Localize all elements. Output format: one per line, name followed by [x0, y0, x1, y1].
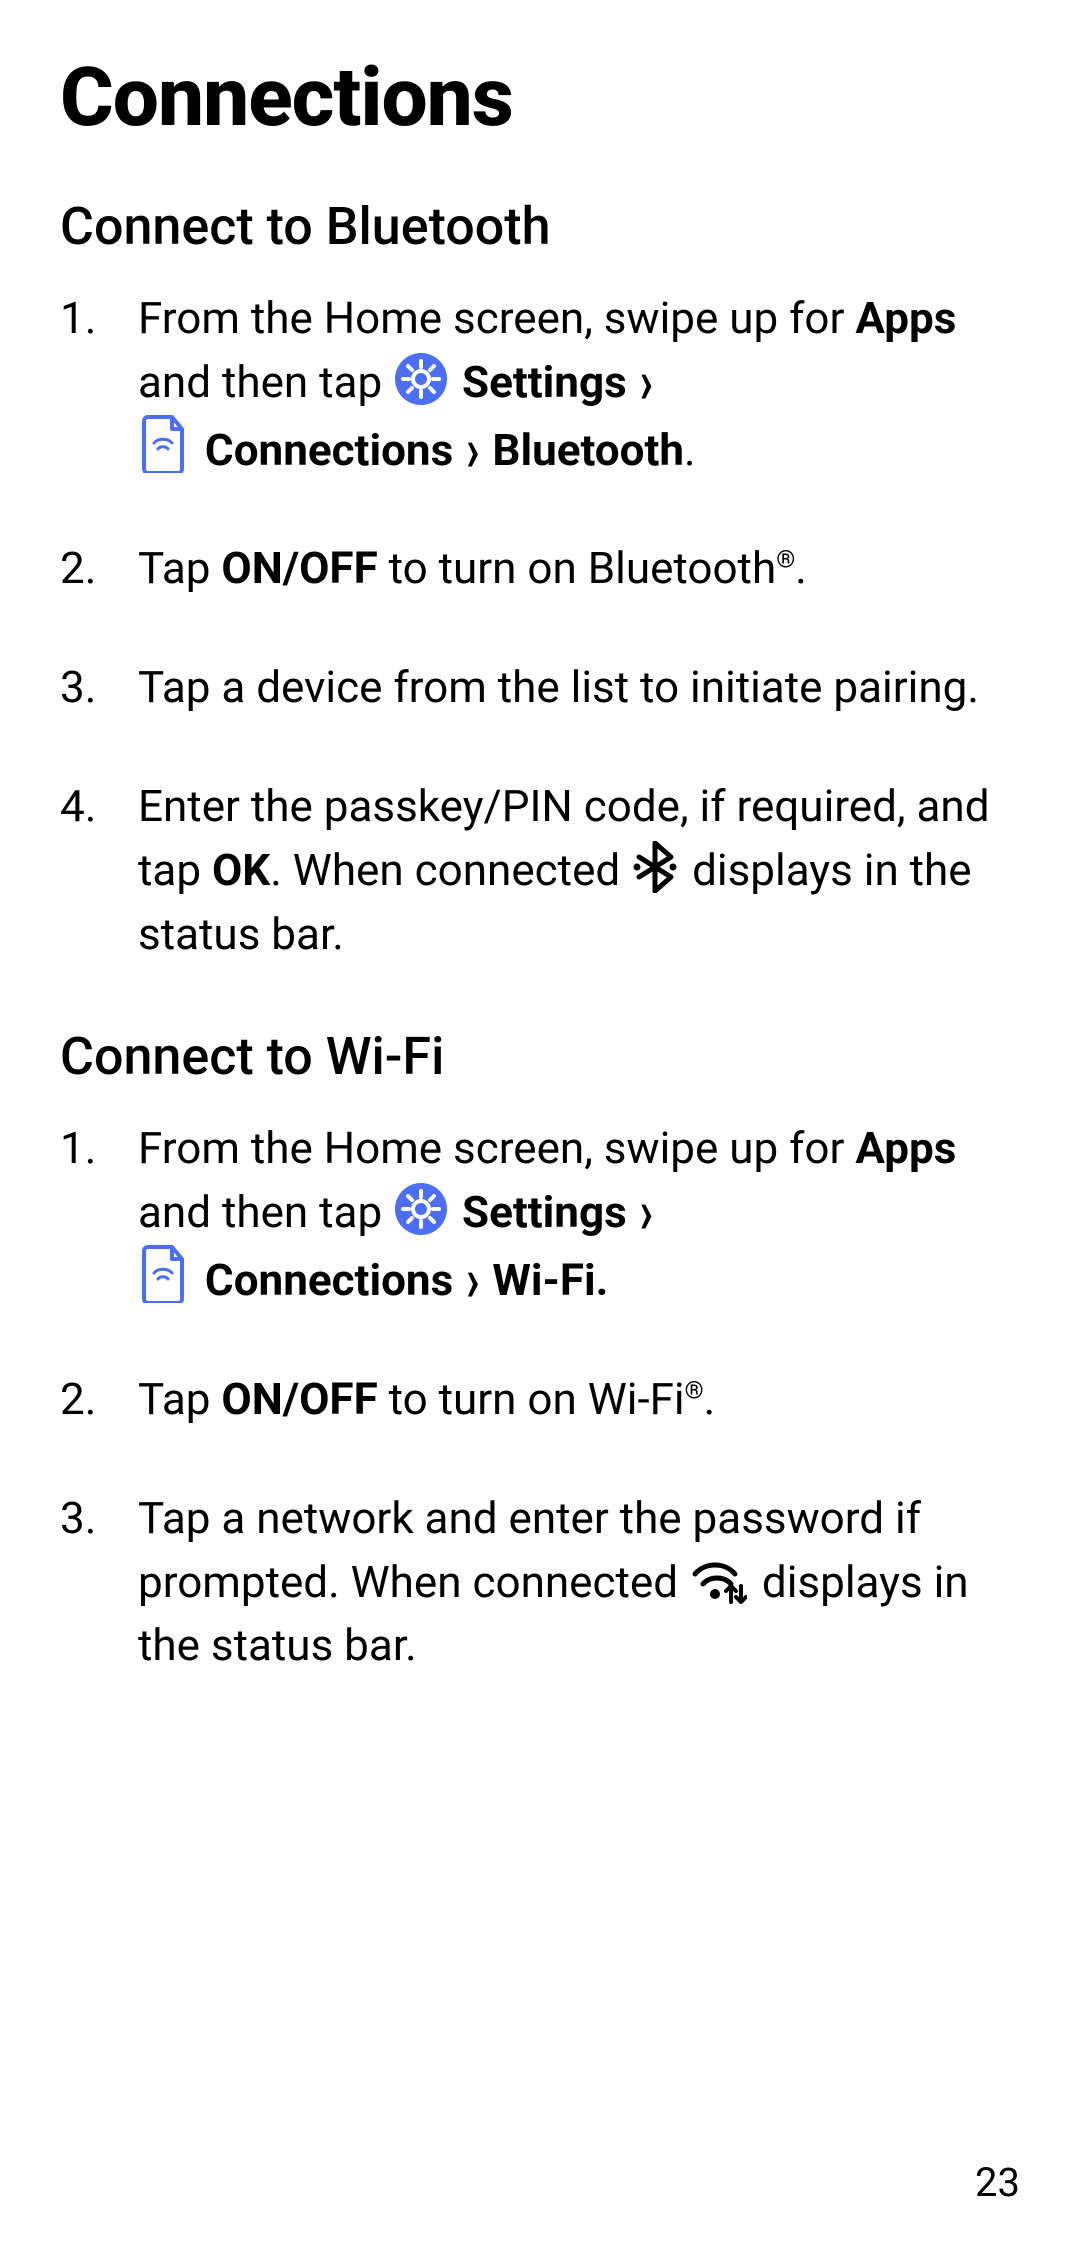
step-text: . When connected	[270, 844, 631, 896]
step-text: From the Home screen, swipe up for	[138, 1122, 855, 1174]
page: Connections Connect to Bluetooth From th…	[0, 0, 1080, 2256]
connections-icon	[140, 415, 190, 473]
section-heading-bluetooth: Connect to Bluetooth	[60, 196, 1020, 257]
settings-label: Settings	[462, 356, 627, 408]
step-text: .	[684, 424, 696, 476]
list-item: Tap a device from the list to initiate p…	[60, 656, 1020, 720]
apps-label: Apps	[855, 1122, 956, 1174]
page-number: 23	[975, 2159, 1020, 2206]
step-text: and then tap	[138, 1186, 393, 1238]
path-final: Bluetooth	[492, 424, 684, 476]
registered-mark: ®	[776, 546, 795, 574]
list-item: From the Home screen, swipe up for Apps …	[60, 287, 1020, 482]
connections-label: Connections	[205, 1254, 453, 1306]
ok-label: OK	[212, 844, 270, 896]
chevron-icon: ›	[640, 1169, 653, 1258]
step-text: From the Home screen, swipe up for	[138, 292, 855, 344]
chevron-icon: ›	[466, 406, 479, 495]
list-item: Tap ON/OFF to turn on Bluetooth®.	[60, 537, 1020, 601]
wifi-connected-icon	[691, 1558, 747, 1604]
path-final: Wi-Fi.	[492, 1254, 608, 1306]
section-heading-wifi: Connect to Wi-Fi	[60, 1026, 1020, 1087]
step-text: .	[704, 1373, 716, 1425]
list-item: Tap ON/OFF to turn on Wi-Fi®.	[60, 1368, 1020, 1432]
page-title: Connections	[60, 50, 1020, 146]
step-text: Tap	[138, 542, 221, 594]
connections-label: Connections	[205, 424, 453, 476]
onoff-label: ON/OFF	[221, 542, 377, 594]
step-text: .	[795, 542, 807, 594]
bluetooth-steps: From the Home screen, swipe up for Apps …	[60, 287, 1020, 966]
bluetooth-connected-icon	[633, 841, 677, 893]
settings-icon	[395, 353, 447, 405]
list-item: Tap a network and enter the password if …	[60, 1487, 1020, 1678]
onoff-label: ON/OFF	[221, 1373, 377, 1425]
registered-mark: ®	[685, 1376, 704, 1404]
apps-label: Apps	[855, 292, 956, 344]
settings-icon	[395, 1183, 447, 1235]
chevron-icon: ›	[640, 338, 653, 427]
chevron-icon: ›	[466, 1236, 479, 1325]
step-text: to turn on Bluetooth	[378, 542, 776, 594]
settings-label: Settings	[462, 1186, 627, 1238]
step-text: to turn on Wi-Fi	[378, 1373, 685, 1425]
step-text: and then tap	[138, 356, 393, 408]
list-item: Enter the passkey/PIN code, if required,…	[60, 775, 1020, 966]
list-item: From the Home screen, swipe up for Apps …	[60, 1117, 1020, 1312]
step-text: Tap	[138, 1373, 221, 1425]
wifi-steps: From the Home screen, swipe up for Apps …	[60, 1117, 1020, 1678]
connections-icon	[140, 1245, 190, 1303]
step-text: Tap a device from the list to initiate p…	[138, 661, 979, 713]
